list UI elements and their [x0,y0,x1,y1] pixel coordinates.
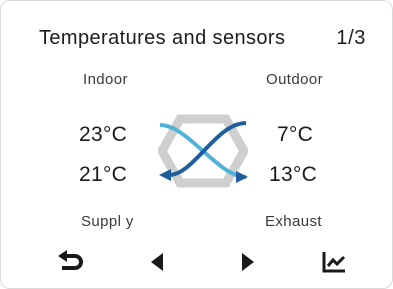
supply-temperature: 21°C [79,163,128,186]
page-indicator: 1/3 [336,27,366,49]
back-button[interactable] [54,247,88,277]
heat-exchanger-diagram [158,114,248,188]
exhaust-label: Exhaust [265,213,322,230]
outdoor-label: Outdoor [266,71,323,88]
next-button[interactable] [231,247,265,277]
indoor-label: Indoor [83,71,128,88]
page-title: Temperatures and sensors [39,27,286,49]
supply-label: Suppl y [81,213,134,230]
previous-button[interactable] [140,247,174,277]
next-icon [242,253,254,271]
warm-airflow-arrowhead-icon [236,171,248,183]
exhaust-temperature: 13°C [269,163,318,186]
outdoor-temperature: 7°C [277,123,314,146]
previous-icon [151,253,163,271]
cold-airflow-arrowhead-icon [159,169,171,181]
chart-icon [322,252,346,273]
chart-button[interactable] [317,247,351,277]
display-screen: Temperatures and sensors 1/3 Indoor Outd… [0,0,393,289]
indoor-temperature: 23°C [79,123,128,146]
back-icon [58,250,83,270]
